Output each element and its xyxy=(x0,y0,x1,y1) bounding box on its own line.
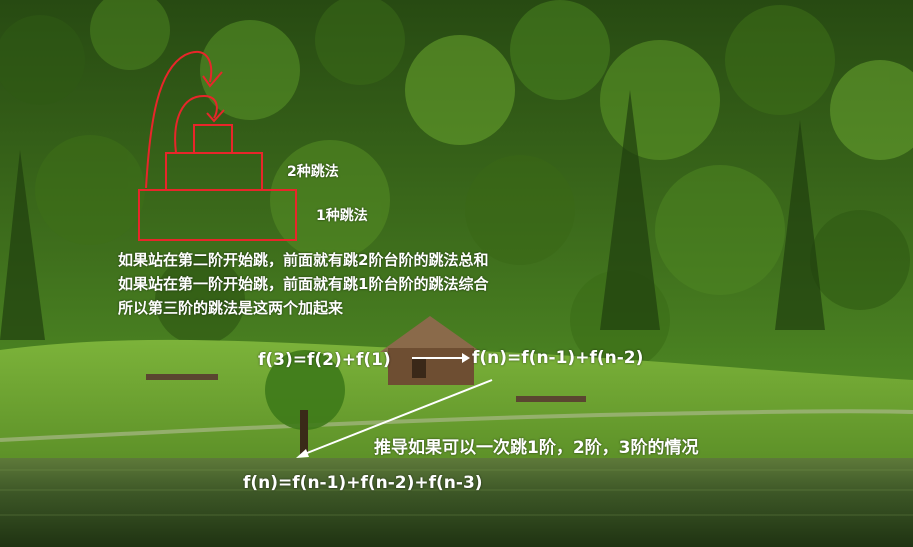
arrow-to-general-formula-head xyxy=(462,353,470,363)
step-2-label: 2种跳法 xyxy=(287,164,339,180)
explanation-line-2: 如果站在第一阶开始跳，前面就有跳1阶台阶的跳法综合 xyxy=(118,275,489,293)
step-3-box xyxy=(193,124,233,154)
formula-fn-three-steps: f(n)=f(n-1)+f(n-2)+f(n-3) xyxy=(243,473,483,493)
explanation-line-3: 所以第三阶的跳法是这两个加起来 xyxy=(118,299,344,317)
step-1-box xyxy=(138,189,297,241)
arrow-to-extended-formula-head xyxy=(296,449,309,458)
extension-note: 推导如果可以一次跳1阶，2阶，3阶的情况 xyxy=(374,438,699,458)
jump-arc-two-steps xyxy=(145,50,213,189)
step-1-label: 1种跳法 xyxy=(316,208,368,224)
explanation-line-1: 如果站在第二阶开始跳，前面就有跳2阶台阶的跳法总和 xyxy=(118,251,489,269)
step-2-box xyxy=(165,152,263,191)
jump-arrowhead-top xyxy=(202,71,223,88)
formula-f3: f(3)=f(2)+f(1) xyxy=(258,350,391,370)
formula-fn-two-steps: f(n)=f(n-1)+f(n-2) xyxy=(472,348,644,368)
